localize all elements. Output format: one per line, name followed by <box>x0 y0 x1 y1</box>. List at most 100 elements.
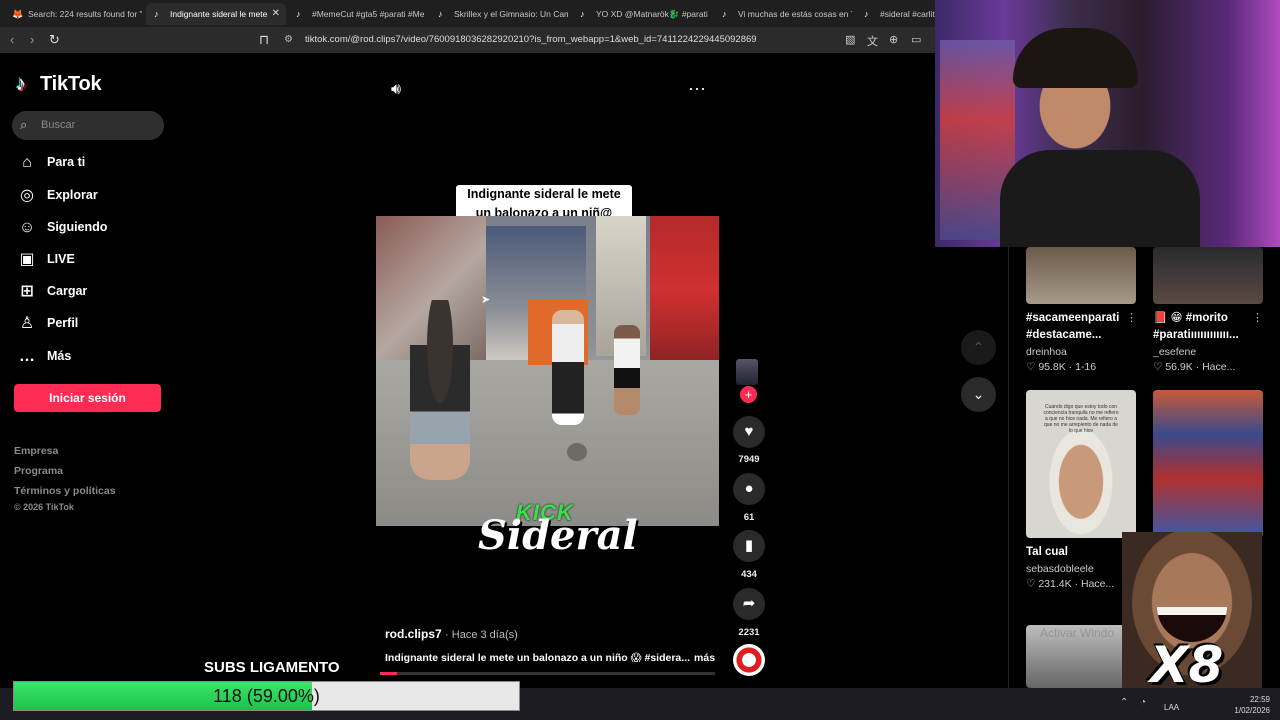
reload-icon[interactable]: ↻ <box>49 33 60 47</box>
nav-item-explorar[interactable]: ◎ Explorar <box>17 185 167 209</box>
video-thumbnail[interactable] <box>1153 247 1263 304</box>
forward-icon[interactable]: › <box>30 33 34 47</box>
windows-activation-watermark: Activar Windo <box>1040 626 1115 640</box>
zoom-icon[interactable]: ⊕ <box>889 33 898 46</box>
login-button[interactable]: Iniciar sesión <box>14 384 161 412</box>
footer-link-programa[interactable]: Programa <box>14 465 63 477</box>
related-video-title[interactable]: #destacame... <box>1026 327 1136 344</box>
volume-icon[interactable]: 🔊︎ <box>391 81 401 99</box>
search-placeholder: Buscar <box>41 119 76 131</box>
bookmark-icon: ▮ <box>744 537 754 554</box>
more-options-icon[interactable]: ··· <box>688 78 706 99</box>
nav-item-para-ti[interactable]: ⌂ Para ti <box>17 152 167 176</box>
translate-icon[interactable]: 文 <box>867 33 878 49</box>
kebab-menu-icon[interactable]: ⋮ <box>1252 311 1263 324</box>
video-author[interactable]: rod.clips7 · Hace 3 día(s) <box>385 627 518 641</box>
nav-label: Perfil <box>47 316 79 330</box>
related-video-stats: ♡ 95.8K · 1-16 <box>1026 361 1097 373</box>
related-video-user[interactable]: sebasdobleele <box>1026 563 1094 575</box>
music-disc[interactable] <box>733 644 765 676</box>
heart-icon: ♥ <box>744 423 754 440</box>
close-tab-icon[interactable]: ✕ <box>272 3 280 25</box>
site-info-icon[interactable]: ⚙ <box>284 30 293 50</box>
video-thumbnail[interactable] <box>1026 247 1136 304</box>
address-bar: ‹ › ↻ ⊓ ⚙ tiktok.com/@rod.clips7/video/7… <box>0 27 935 53</box>
video-scene-person <box>552 310 584 425</box>
nav-item-mas[interactable]: … Más <box>17 346 167 370</box>
url-field[interactable]: ⚙ tiktok.com/@rod.clips7/video/760091803… <box>280 30 840 50</box>
reader-icon[interactable]: ▧ <box>845 33 855 46</box>
language-indicator[interactable]: LAA <box>1164 703 1179 712</box>
video-scene-ball <box>567 443 587 461</box>
video-scene-man <box>410 300 470 480</box>
video-scene-red-wall <box>650 216 719 366</box>
network-icon[interactable]: ◔ <box>1140 697 1146 708</box>
related-video-title[interactable]: Tal cual <box>1026 544 1136 561</box>
subs-goal-label: SUBS LIGAMENTO <box>204 659 340 676</box>
description-text: Indignante sideral le mete un balonazo a… <box>385 652 691 664</box>
share-button[interactable]: ➦ <box>733 588 765 620</box>
next-video-button[interactable]: ⌄ <box>961 377 996 412</box>
url-text: tiktok.com/@rod.clips7/video/76009180362… <box>305 34 757 45</box>
browser-tab-active[interactable]: ♪ Indignante sideral le mete ✕ <box>146 3 286 25</box>
footer-link-empresa[interactable]: Empresa <box>14 445 58 457</box>
multiplier-text: X8 <box>1150 636 1224 694</box>
taskbar-clock[interactable]: 22:59 1/02/2026 <box>1234 694 1270 716</box>
tray-chevron-icon[interactable]: ⌃ <box>1120 697 1128 708</box>
tiktok-logo[interactable]: ♪ TikTok <box>16 73 102 96</box>
tiktok-icon: ♪ <box>722 9 727 19</box>
nav-label: Cargar <box>47 284 88 298</box>
related-video-user[interactable]: dreinhoa <box>1026 346 1067 358</box>
like-button[interactable]: ♥ <box>733 416 765 448</box>
author-name[interactable]: rod.clips7 <box>385 627 442 641</box>
video-thumbnail[interactable] <box>1153 390 1263 538</box>
browser-tab[interactable]: 🦊 Search: 224 results found for "ɡ <box>4 3 142 25</box>
tiktok-icon: ♪ <box>864 9 869 19</box>
footer-link-terminos[interactable]: Términos y políticas <box>14 485 116 497</box>
kebab-menu-icon[interactable]: ⋮ <box>1126 311 1137 324</box>
browser-tab[interactable]: ♪ Vi muchas de estás cosas en T <box>714 3 852 25</box>
browser-tab[interactable]: ♪ YO XD @Matnarök🐉 #parati <box>572 3 710 25</box>
search-icon: ⌕ <box>20 117 28 132</box>
video-progress-bar[interactable] <box>380 672 715 675</box>
tiktok-icon: ♪ <box>296 9 301 19</box>
caption-line: Indignante sideral le mete <box>467 187 621 201</box>
follow-plus-icon[interactable]: + <box>740 386 757 403</box>
webcam-streamer-body <box>1000 150 1200 247</box>
browser-tab[interactable]: ♪ Skrillex y el Gimnasio: Un Cami <box>430 3 568 25</box>
related-video-user[interactable]: _esefene <box>1153 346 1196 358</box>
upload-icon: ⊞ <box>20 283 34 300</box>
previous-video-button[interactable]: ⌃ <box>961 330 996 365</box>
nav-item-perfil[interactable]: ♙ Perfil <box>17 313 167 337</box>
search-input[interactable]: ⌕ Buscar <box>12 111 164 140</box>
mouse-cursor-icon: ➤ <box>481 294 491 306</box>
related-video-title[interactable]: 📕 😁 #morito <box>1153 310 1263 327</box>
logo-text: TikTok <box>40 73 102 95</box>
cast-icon[interactable]: ▭ <box>911 33 921 46</box>
nav-item-cargar[interactable]: ⊞ Cargar <box>17 281 167 305</box>
tab-label: #sideral #carlito <box>880 9 935 19</box>
bookmark-icon[interactable]: ⊓ <box>259 33 269 47</box>
browser-tab[interactable]: ♪ #MemeCut #gta5 #parati #Me <box>288 3 426 25</box>
nav-item-siguiendo[interactable]: ☺ Siguiendo <box>17 217 167 241</box>
tiktok-icon: ♪ <box>154 9 159 19</box>
post-time: Hace 3 día(s) <box>451 629 518 641</box>
save-button[interactable]: ▮ <box>733 530 765 562</box>
clock-time: 22:59 <box>1249 695 1270 704</box>
browser-tab[interactable]: ♪ #sideral #carlito <box>856 3 935 25</box>
browser-tab-bar: 🦊 Search: 224 results found for "ɡ ♪ Indig… <box>0 0 935 27</box>
related-video-title[interactable]: #sacameenparati <box>1026 310 1136 327</box>
nav-label: Para ti <box>47 155 86 169</box>
tiktok-icon: ♪ <box>580 9 585 19</box>
video-thumbnail[interactable]: Cuando digo que estoy todo con concienci… <box>1026 390 1136 538</box>
video-progress-fill <box>380 672 397 675</box>
related-video-title[interactable]: #paratiıııııııııııı... <box>1153 327 1263 344</box>
comment-button[interactable]: ● <box>733 473 765 505</box>
nav-item-live[interactable]: ▣ LIVE <box>17 249 167 273</box>
more-link[interactable]: más <box>694 652 715 664</box>
back-icon[interactable]: ‹ <box>10 33 14 47</box>
more-icon: … <box>19 348 35 365</box>
related-video-stats: ♡ 56.9K · Hace... <box>1153 361 1236 373</box>
nav-label: LIVE <box>47 252 75 266</box>
author-avatar[interactable] <box>736 359 758 385</box>
